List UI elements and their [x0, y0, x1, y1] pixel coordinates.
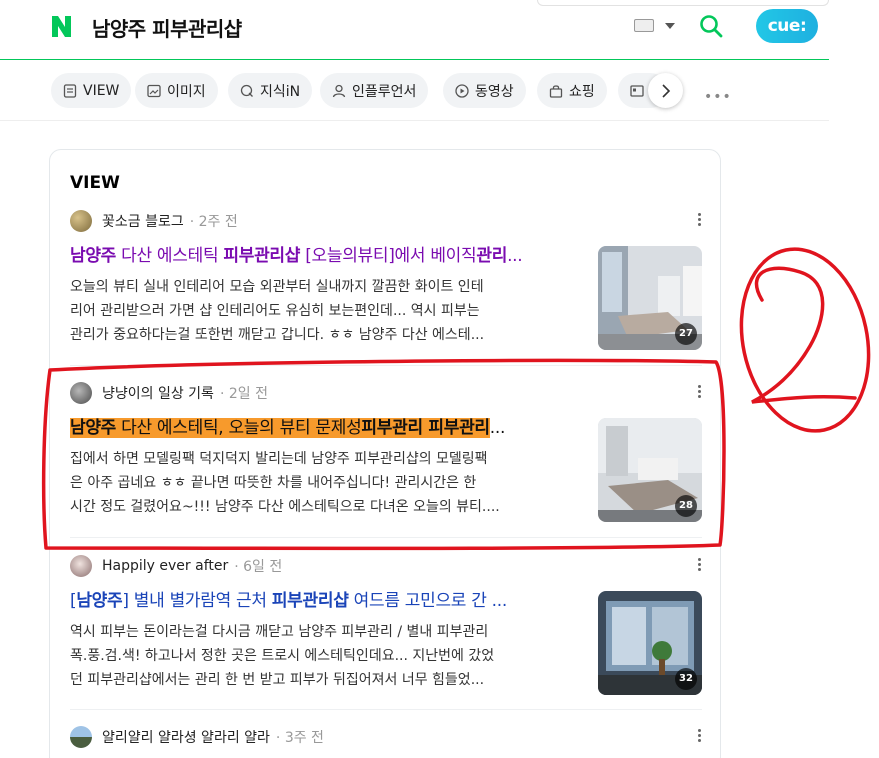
section-title: VIEW [70, 173, 120, 193]
title-fragment: ... [489, 418, 506, 438]
kebab-menu-icon[interactable] [698, 213, 702, 228]
divider [70, 365, 702, 366]
title-fragment: 다산 에스테틱 [116, 246, 224, 266]
post-time: · 3주 전 [275, 730, 324, 746]
image-icon [147, 84, 161, 97]
avatar[interactable] [70, 726, 92, 748]
result-item: 얄리얄리 얄라셩 얄라리 얄라 · 3주 전 [70, 726, 702, 758]
title-fragment: 남양주 [70, 418, 117, 438]
view-section: VIEW 꽃소금 블로그 · 2주 전 남양주 다산 에스테틱 피부관리샵 [오… [49, 149, 721, 758]
q-icon [240, 84, 253, 97]
result-description[interactable]: 오늘의 뷰티 실내 인테리어 모습 외관부터 실내까지 깔끔한 화이트 인테 리… [70, 275, 575, 347]
author-row: 꽃소금 블로그 · 2주 전 [70, 210, 238, 232]
title-fragment: 피부관리샵 [223, 246, 301, 266]
naver-logo[interactable] [49, 14, 74, 39]
title-fragment: 남양주 [70, 246, 117, 266]
news-icon [630, 84, 644, 97]
tab-label: VIEW [83, 82, 120, 99]
tab-view[interactable]: VIEW [51, 73, 132, 108]
avatar[interactable] [70, 382, 92, 404]
author-row: 얄리얄리 얄라셩 얄라리 얄라 · 3주 전 [70, 726, 324, 748]
title-fragment: 피부관리 피부관리 [361, 418, 490, 438]
desc-line: 시간 정도 걸렸어요~!!! 남양주 다산 에스테틱으로 다녀온 오늘의 뷰티.… [70, 499, 500, 515]
title-fragment: ] 별내 별가람역 근처 [122, 591, 272, 611]
result-thumbnail[interactable]: 27 [598, 246, 702, 350]
title-fragment: 피부관리샵 [271, 591, 349, 611]
desc-line: 던 피부관리샵에서는 관리 한 번 받고 피부가 뒤집어져서 너무 힘들었... [70, 672, 485, 688]
title-fragment: 여드름 고민으로 간 ... [348, 591, 508, 611]
result-thumbnail[interactable]: 32 [598, 591, 702, 695]
result-title[interactable]: 남양주 다산 에스테틱, 오늘의 뷰티 문제성피부관리 피부관리... [70, 416, 570, 440]
tab-label: 인플루언서 [352, 83, 417, 100]
title-fragment: [오늘의뷰티]에서 베이직 [300, 246, 477, 266]
tab-influencer[interactable]: 인플루언서 [320, 73, 429, 108]
kebab-menu-icon[interactable] [698, 385, 702, 400]
divider [70, 537, 702, 538]
title-fragment: ... [507, 246, 523, 266]
search-icon[interactable] [699, 14, 723, 38]
kebab-menu-icon[interactable] [698, 729, 702, 744]
result-item: 냥냥이의 일상 기록 · 2일 전 남양주 다산 에스테틱, 오늘의 뷰티 문제… [70, 382, 702, 527]
chevron-right-icon [661, 83, 670, 98]
title-fragment: 다산 에스테틱, 오늘의 뷰티 문제성 [116, 418, 362, 438]
post-time: · 6일 전 [234, 559, 283, 575]
desc-line: 리어 관리받으러 가면 샵 인테리어도 유심히 보는편인데... 역시 피부는 [70, 303, 480, 319]
avatar[interactable] [70, 555, 92, 577]
desc-line: 집에서 하면 모델링팩 덕지덕지 발리는데 남양주 피부관리샵의 모델링팩 [70, 451, 488, 467]
image-count-badge: 28 [675, 495, 697, 517]
tab-label: 쇼핑 [569, 83, 595, 100]
desc-line: 은 아주 곱네요 ㅎㅎ 끝나면 따뜻한 차를 내어주십니다! 관리시간은 한 [70, 475, 477, 491]
result-description[interactable]: 집에서 하면 모델링팩 덕지덕지 발리는데 남양주 피부관리샵의 모델링팩 은 … [70, 447, 575, 519]
tab-label: 동영상 [475, 83, 514, 100]
author-name[interactable]: 냥냥이의 일상 기록 [102, 383, 214, 403]
tab-shopping[interactable]: 쇼핑 [537, 73, 607, 108]
tab-image[interactable]: 이미지 [135, 73, 218, 108]
search-tabs: VIEW 이미지 지식iN 인플루언서 동영상 쇼핑 ••• [0, 61, 829, 121]
title-fragment: 남양주 [76, 591, 123, 611]
bag-icon [549, 84, 563, 98]
desc-line: 관리가 중요하다는걸 또한번 깨닫고 갑니다. ㅎㅎ 남양주 다산 에스테... [70, 327, 485, 343]
image-count-badge: 27 [675, 323, 697, 345]
document-icon [63, 83, 77, 98]
search-header: 남양주 피부관리샵 cue: [0, 0, 829, 60]
cue-button[interactable]: cue: [756, 9, 818, 43]
image-count-badge: 32 [675, 668, 697, 690]
avatar[interactable] [70, 210, 92, 232]
result-thumbnail[interactable]: 28 [598, 418, 702, 522]
result-description[interactable]: 역시 피부는 돈이라는걸 다시금 깨닫고 남양주 피부관리 / 별내 피부관리 … [70, 620, 575, 692]
tab-kin[interactable]: 지식iN [228, 73, 313, 108]
tab-video[interactable]: 동영상 [443, 73, 526, 108]
post-time: · 2일 전 [219, 386, 268, 402]
author-name[interactable]: 얄리얄리 얄라셩 얄라리 얄라 [102, 727, 270, 747]
desc-line: 역시 피부는 돈이라는걸 다시금 깨닫고 남양주 피부관리 / 별내 피부관리 [70, 624, 489, 640]
search-query[interactable]: 남양주 피부관리샵 [92, 13, 242, 42]
result-item: Happily ever after · 6일 전 [남양주] 별내 별가람역 … [70, 555, 702, 700]
kebab-menu-icon[interactable] [698, 558, 702, 573]
author-row: Happily ever after · 6일 전 [70, 555, 282, 577]
play-icon [455, 83, 469, 98]
desc-line: 오늘의 뷰티 실내 인테리어 모습 외관부터 실내까지 깔끔한 화이트 인테 [70, 279, 484, 295]
author-row: 냥냥이의 일상 기록 · 2일 전 [70, 382, 268, 404]
author-name[interactable]: Happily ever after [102, 558, 228, 574]
more-icon[interactable]: ••• [704, 89, 732, 105]
tab-label: 지식iN [260, 83, 301, 100]
tab-label: 이미지 [167, 83, 206, 100]
top-overlay-edge [537, 0, 829, 6]
tabs-next-button[interactable] [648, 73, 683, 108]
result-title[interactable]: [남양주] 별내 별가람역 근처 피부관리샵 여드름 고민으로 간 ... [70, 589, 570, 613]
title-fragment: 관리 [476, 246, 508, 266]
post-time: · 2주 전 [189, 214, 238, 230]
divider [70, 709, 702, 710]
chevron-down-icon[interactable] [665, 23, 675, 29]
desc-line: 폭.풍.검.색! 하고나서 정한 곳은 트로시 에스테틱인데요... 지난번에 … [70, 648, 495, 664]
result-title[interactable]: 남양주 다산 에스테틱 피부관리샵 [오늘의뷰티]에서 베이직관리... [70, 244, 570, 268]
keyboard-icon[interactable] [634, 19, 654, 32]
person-icon [332, 84, 346, 97]
result-item: 꽃소금 블로그 · 2주 전 남양주 다산 에스테틱 피부관리샵 [오늘의뷰티]… [70, 210, 702, 355]
author-name[interactable]: 꽃소금 블로그 [102, 211, 184, 231]
